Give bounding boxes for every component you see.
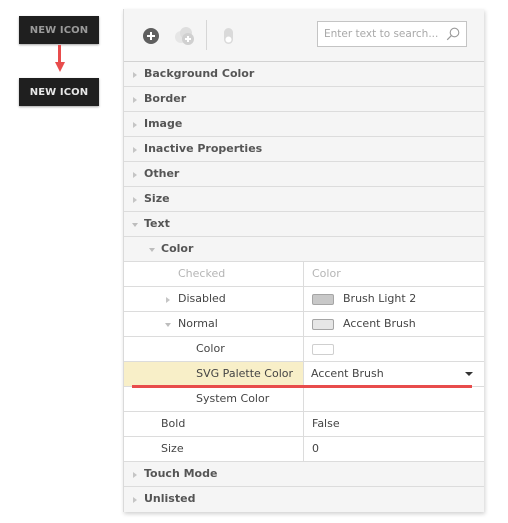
property-value: Accent Brush <box>343 317 416 330</box>
property-name: SVG Palette Color <box>196 367 293 380</box>
property-value: Brush Light 2 <box>343 292 417 305</box>
property-name: Disabled <box>178 292 226 305</box>
new-icon-button-before[interactable]: NEW ICON <box>19 16 99 44</box>
group-color[interactable]: Color <box>124 237 484 262</box>
category-label: Touch Mode <box>144 467 218 480</box>
expand-icon[interactable] <box>131 121 139 129</box>
property-grid: Background Color Border Image Inactive P… <box>123 9 484 512</box>
category-label: Size <box>144 192 170 205</box>
property-value: Color <box>312 267 341 280</box>
new-icon-button-before-label: NEW ICON <box>29 24 89 36</box>
category-label: Image <box>144 117 183 130</box>
property-name: Normal <box>178 317 218 330</box>
property-system-color[interactable]: System Color <box>124 387 484 412</box>
color-swatch <box>312 343 334 355</box>
color-swatch <box>312 318 334 330</box>
collapse-icon[interactable] <box>148 246 156 254</box>
category-background-color[interactable]: Background Color <box>124 62 484 87</box>
expand-icon[interactable] <box>131 496 139 504</box>
svg-palette-color-dropdown[interactable]: Accent Brush <box>304 362 484 386</box>
category-touch-mode[interactable]: Touch Mode <box>124 462 484 487</box>
property-name: Color <box>196 342 225 355</box>
category-unlisted[interactable]: Unlisted <box>124 487 484 512</box>
property-name: Size <box>161 442 184 455</box>
property-value: Accent Brush <box>311 367 384 380</box>
group-label: Color <box>161 242 194 255</box>
search-box <box>317 21 467 47</box>
search-input[interactable] <box>324 28 442 40</box>
property-bold[interactable]: Bold False <box>124 412 484 437</box>
property-checked[interactable]: Checked Color <box>124 262 484 287</box>
add-background-icon[interactable] <box>174 26 194 46</box>
property-value: 0 <box>312 442 319 455</box>
category-other[interactable]: Other <box>124 162 484 187</box>
expand-icon[interactable] <box>131 196 139 204</box>
property-name: System Color <box>196 392 270 405</box>
property-size[interactable]: Size 0 <box>124 437 484 462</box>
property-disabled[interactable]: Disabled Brush Light 2 <box>124 287 484 312</box>
category-inactive-properties[interactable]: Inactive Properties <box>124 137 484 162</box>
expand-icon[interactable] <box>131 146 139 154</box>
property-name: Bold <box>161 417 186 430</box>
dropdown-arrow-icon[interactable] <box>465 372 473 376</box>
category-label: Border <box>144 92 187 105</box>
property-normal[interactable]: Normal Accent Brush <box>124 312 484 337</box>
category-label: Text <box>144 217 170 230</box>
property-name: Checked <box>178 267 226 280</box>
category-text[interactable]: Text <box>124 212 484 237</box>
toolbar-separator <box>206 20 207 50</box>
toggle-icon[interactable] <box>220 26 240 46</box>
add-circle-icon[interactable] <box>142 26 162 46</box>
property-value: False <box>312 417 340 430</box>
collapse-icon[interactable] <box>131 221 139 229</box>
expand-icon[interactable] <box>131 171 139 179</box>
category-size[interactable]: Size <box>124 187 484 212</box>
highlight-underline <box>132 385 472 388</box>
new-icon-button-after-label: NEW ICON <box>29 86 89 98</box>
category-image[interactable]: Image <box>124 112 484 137</box>
category-label: Inactive Properties <box>144 142 263 155</box>
property-grid-toolbar <box>124 9 484 62</box>
collapse-icon[interactable] <box>164 321 172 329</box>
expand-icon[interactable] <box>131 71 139 79</box>
expand-icon[interactable] <box>131 96 139 104</box>
search-icon[interactable] <box>446 27 460 41</box>
category-border[interactable]: Border <box>124 87 484 112</box>
color-swatch <box>312 293 334 305</box>
category-label: Other <box>144 167 180 180</box>
new-icon-button-after[interactable]: NEW ICON <box>19 78 99 106</box>
expand-icon[interactable] <box>164 296 172 304</box>
property-svg-palette-color[interactable]: SVG Palette Color Accent Brush <box>124 362 484 388</box>
category-label: Background Color <box>144 67 255 80</box>
expand-icon[interactable] <box>131 471 139 479</box>
arrow-down-icon <box>55 45 65 75</box>
category-label: Unlisted <box>144 492 196 505</box>
property-color[interactable]: Color <box>124 337 484 362</box>
